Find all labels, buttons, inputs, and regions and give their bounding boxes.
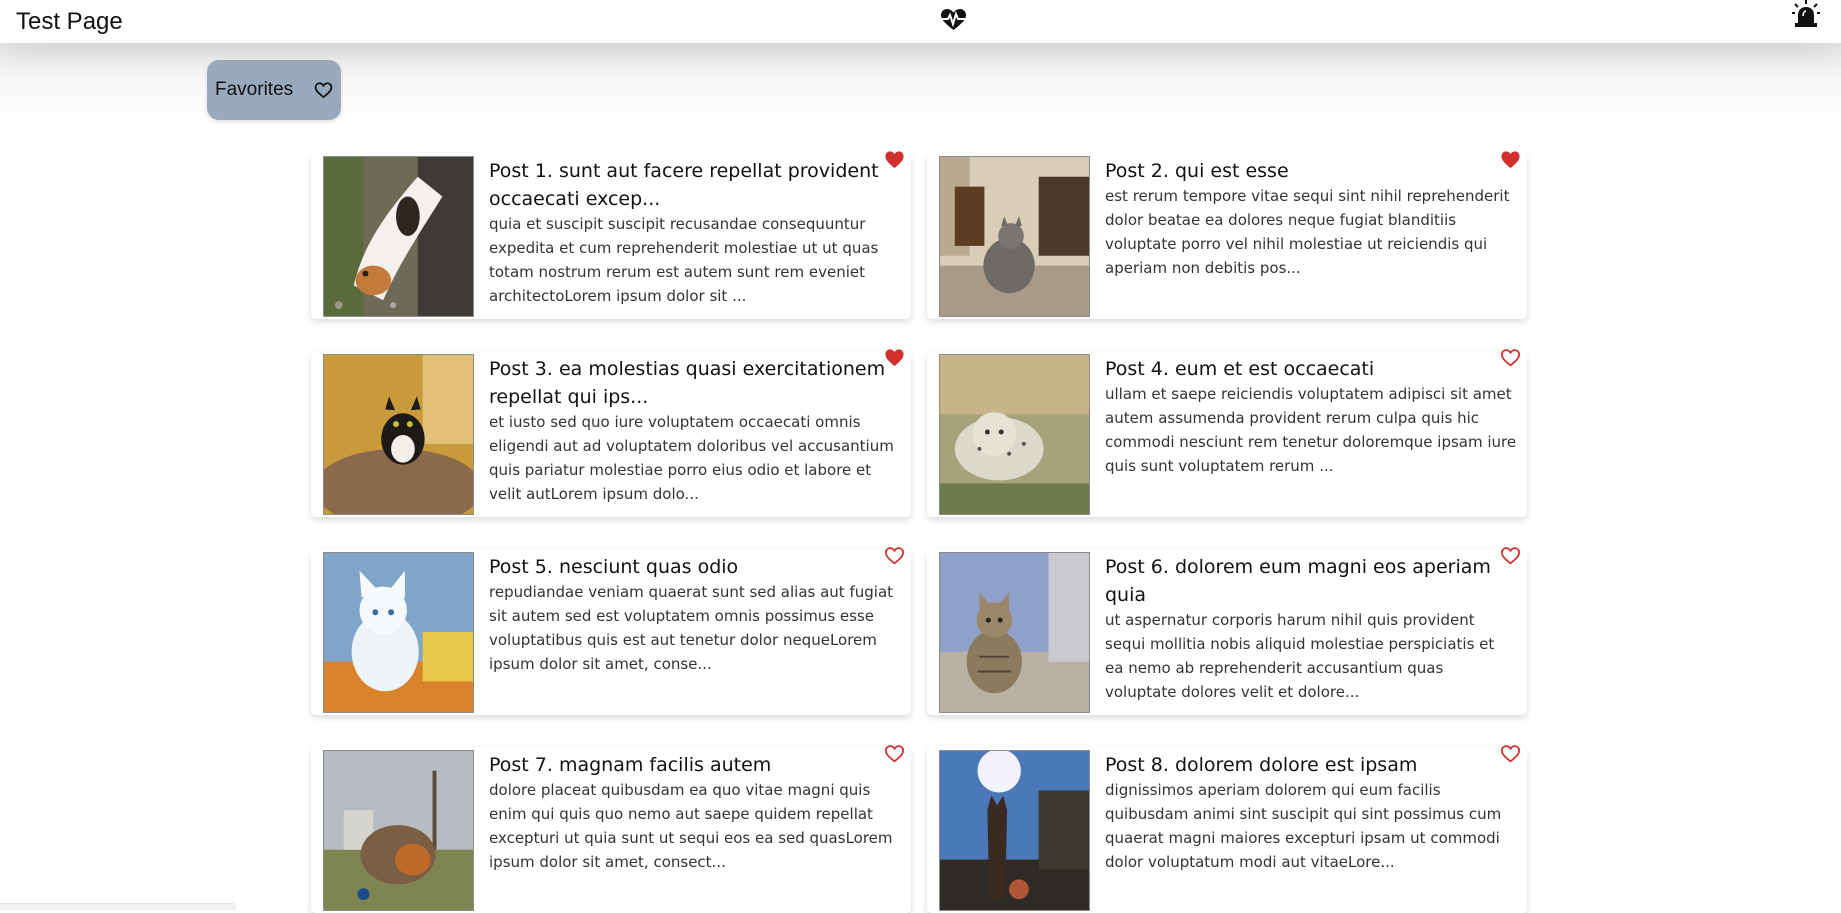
post-image-cat-silhouette: [939, 750, 1090, 911]
alarm-siren-icon[interactable]: [1792, 0, 1820, 28]
post-body: dolore placeat quibusdam ea quo vitae ma…: [489, 781, 893, 871]
post-body: quia et suscipit suscipit recusandae con…: [489, 215, 879, 305]
post-card[interactable]: Post 1. sunt aut facere repellat provide…: [311, 150, 911, 319]
post-image-cat-outdoors: [323, 750, 474, 911]
top-app-bar: Test Page: [0, 0, 1841, 43]
horizontal-scrollbar[interactable]: [0, 903, 236, 910]
post-grid: Post 1. sunt aut facere repellat provide…: [311, 150, 1527, 913]
post-body: ullam et saepe reiciendis voluptatem adi…: [1105, 385, 1517, 475]
post-image-white-kitten: [323, 552, 474, 713]
post-body: repudiandae veniam quaerat sunt sed alia…: [489, 583, 894, 673]
post-title[interactable]: Post 4. eum et est occaecati: [1105, 355, 1515, 383]
favorite-heart-outline-icon[interactable]: [884, 546, 905, 565]
app-title: Test Page: [16, 8, 123, 35]
favorite-heart-outline-icon[interactable]: [1500, 744, 1521, 763]
post-card[interactable]: Post 4. eum et est occaecati ullam et sa…: [927, 348, 1527, 517]
post-card[interactable]: Post 7. magnam facilis autem dolore plac…: [311, 744, 911, 913]
post-title[interactable]: Post 6. dolorem eum magni eos aperiam qu…: [1105, 553, 1515, 609]
favorite-heart-outline-icon[interactable]: [1500, 348, 1521, 367]
post-image-snow-leopard: [939, 354, 1090, 515]
post-body: et iusto sed quo iure voluptatem occaeca…: [489, 413, 894, 503]
post-card[interactable]: Post 6. dolorem eum magni eos aperiam qu…: [927, 546, 1527, 715]
favorite-heart-filled-icon[interactable]: [884, 150, 905, 169]
post-body: est rerum tempore vitae sequi sint nihil…: [1105, 187, 1510, 277]
post-image-tabby-kitten: [939, 552, 1090, 713]
post-card[interactable]: Post 8. dolorem dolore est ipsam digniss…: [927, 744, 1527, 913]
post-title[interactable]: Post 3. ea molestias quasi exercitatione…: [489, 355, 899, 411]
post-image-gray-cat: [939, 156, 1090, 317]
post-image-tuxedo-cat: [323, 354, 474, 515]
post-image-calico-cat: [323, 156, 474, 317]
post-title[interactable]: Post 7. magnam facilis autem: [489, 751, 899, 779]
favorite-heart-filled-icon[interactable]: [884, 348, 905, 367]
post-title[interactable]: Post 2. qui est esse: [1105, 157, 1515, 185]
favorite-heart-outline-icon[interactable]: [884, 744, 905, 763]
favorite-heart-filled-icon[interactable]: [1500, 150, 1521, 169]
post-title[interactable]: Post 1. sunt aut facere repellat provide…: [489, 157, 899, 213]
post-title[interactable]: Post 5. nesciunt quas odio: [489, 553, 899, 581]
heart-pulse-icon[interactable]: [940, 8, 967, 32]
favorite-heart-outline-icon[interactable]: [1500, 546, 1521, 565]
favorites-button-label: Favorites: [215, 79, 294, 100]
favorites-button[interactable]: Favorites: [207, 60, 341, 120]
post-card[interactable]: Post 2. qui est esse est rerum tempore v…: [927, 150, 1527, 319]
heart-outline-icon: [314, 81, 333, 99]
post-body: dignissimos aperiam dolorem qui eum faci…: [1105, 781, 1502, 871]
post-card[interactable]: Post 3. ea molestias quasi exercitatione…: [311, 348, 911, 517]
post-title[interactable]: Post 8. dolorem dolore est ipsam: [1105, 751, 1515, 779]
post-card[interactable]: Post 5. nesciunt quas odio repudiandae v…: [311, 546, 911, 715]
post-body: ut aspernatur corporis harum nihil quis …: [1105, 611, 1495, 701]
